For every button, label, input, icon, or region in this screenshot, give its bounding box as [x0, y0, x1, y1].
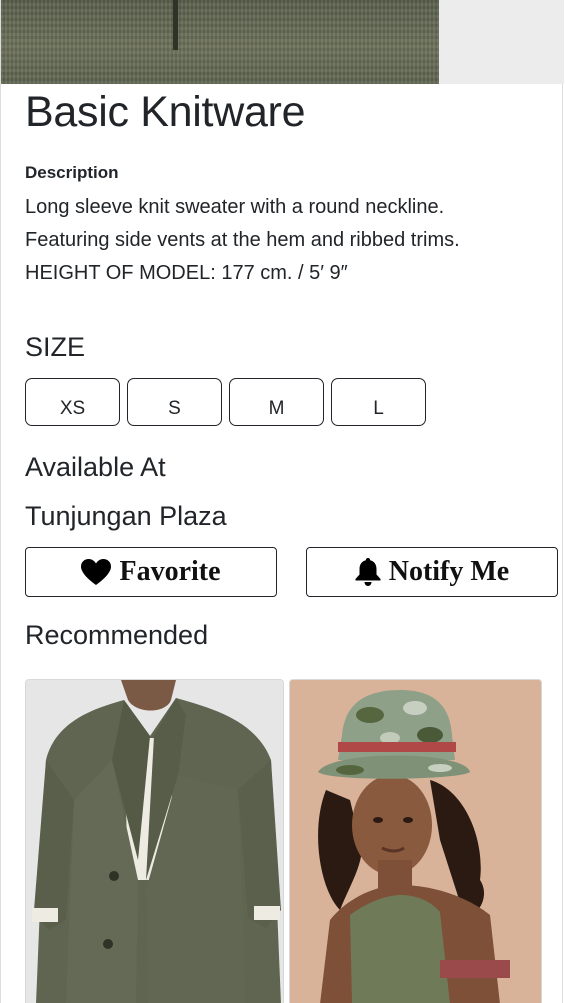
store-name: Tunjungan Plaza [25, 501, 227, 531]
recommended-item-2[interactable] [289, 679, 542, 1003]
recommended-item-2-image [290, 680, 541, 1003]
description-line: Long sleeve knit sweater with a round ne… [25, 196, 445, 218]
description-text: Long sleeve knit sweater with a round ne… [25, 191, 460, 290]
size-label: SIZE [25, 332, 86, 362]
description-line: HEIGHT OF MODEL: 177 cm. / 5′ 9″ [25, 262, 348, 284]
recommended-item-1-image [26, 680, 283, 1003]
notify-me-button[interactable]: Notify Me [306, 547, 558, 597]
available-at-label: Available At [25, 452, 166, 482]
size-button-xs[interactable]: XS [25, 378, 120, 426]
hero-seam [173, 0, 178, 50]
favorite-label: Favorite [119, 556, 221, 587]
recommended-item-1[interactable] [25, 679, 284, 1003]
description-line: Featuring side vents at the hem and ribb… [25, 229, 460, 251]
product-page: Basic Knitware Description Long sleeve k… [0, 0, 564, 1003]
description-label: Description [25, 163, 119, 182]
size-button-s[interactable]: S [127, 378, 222, 426]
size-button-m[interactable]: M [229, 378, 324, 426]
product-title: Basic Knitware [25, 88, 306, 136]
size-button-l[interactable]: L [331, 378, 426, 426]
notify-me-label: Notify Me [388, 556, 510, 587]
recommended-label: Recommended [25, 620, 209, 650]
favorite-button[interactable]: Favorite [25, 547, 277, 597]
bell-icon [355, 558, 381, 586]
product-hero-image [1, 0, 564, 84]
hero-fabric [1, 0, 439, 84]
size-options: XS S M L [25, 378, 426, 426]
heart-icon [81, 558, 112, 586]
